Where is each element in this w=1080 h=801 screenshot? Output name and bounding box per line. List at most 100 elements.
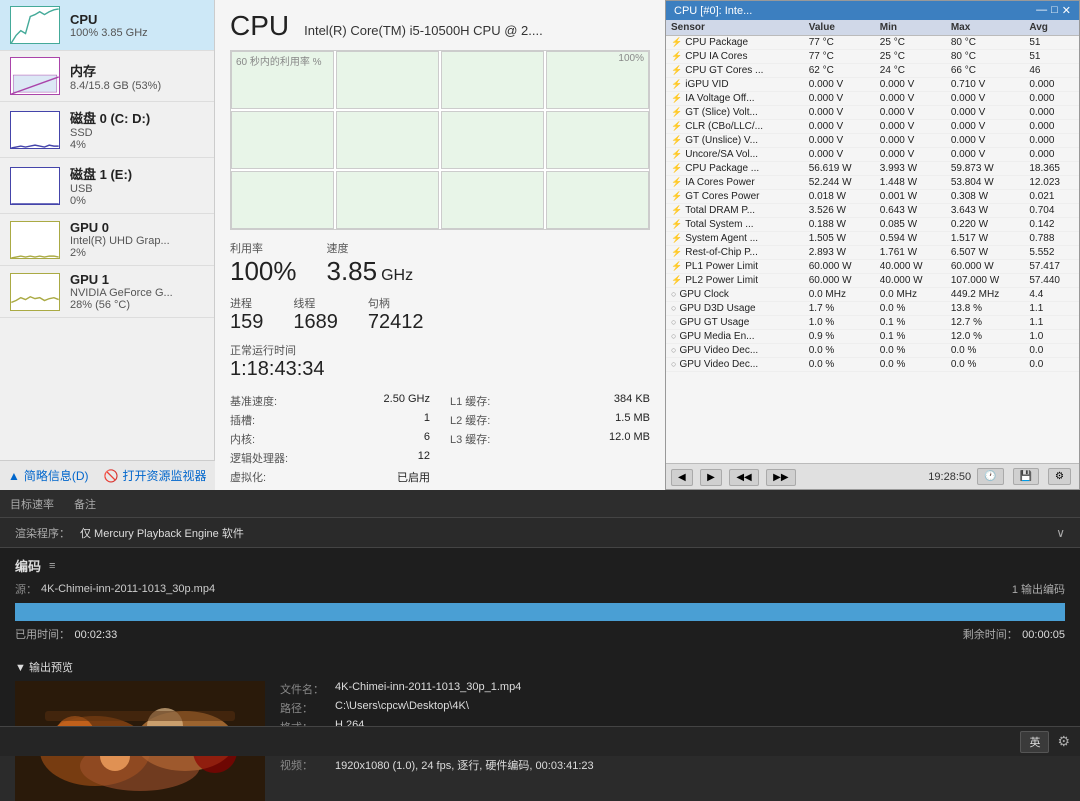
premiere-encode-menu-icon[interactable]: ≡: [49, 560, 55, 572]
hwinfo-row[interactable]: ⚡PL1 Power Limit 60.000 W 40.000 W 60.00…: [666, 260, 1079, 274]
hwinfo-row[interactable]: ⚡CPU IA Cores 77 °C 25 °C 80 °C 51: [666, 50, 1079, 64]
gpu1-item-sub: NVIDIA GeForce G...: [70, 287, 204, 299]
hwinfo-cell-name: ⚡Total DRAM P...: [666, 204, 804, 218]
premiere-renderer-arrow[interactable]: ∨: [1056, 526, 1065, 540]
hwinfo-row[interactable]: ⚡CPU Package 77 °C 25 °C 80 °C 51: [666, 36, 1079, 50]
hwinfo-clock-btn[interactable]: 🕐: [977, 468, 1003, 485]
hwinfo-cell-avg: 0.021: [1024, 190, 1079, 204]
memory-item-sub: 8.4/15.8 GB (53%): [70, 80, 204, 92]
hwinfo-cell-name: ⚡Rest-of-Chip P...: [666, 246, 804, 260]
hwinfo-row-icon: ⚡: [671, 149, 682, 159]
cpu-uptime-group: 正常运行时间 1:18:43:34: [230, 342, 650, 381]
hwinfo-row-icon: ⚡: [671, 79, 682, 89]
hwinfo-minimize-btn[interactable]: —: [1036, 4, 1047, 17]
hwinfo-row[interactable]: ⚡GT (Unslice) V... 0.000 V 0.000 V 0.000…: [666, 134, 1079, 148]
hwinfo-row[interactable]: ⚡GT (Slice) Volt... 0.000 V 0.000 V 0.00…: [666, 106, 1079, 120]
task-manager-left-panel: CPU 100% 3.85 GHz 内存 8.4/15.8 GB (53%) 磁…: [0, 0, 215, 490]
hwinfo-cell-avg: 5.552: [1024, 246, 1079, 260]
hwinfo-row-icon: ⚡: [671, 37, 682, 47]
hwinfo-cell-name: ○GPU Media En...: [666, 330, 804, 344]
hwinfo-row[interactable]: ⚡IA Cores Power 52.244 W 1.448 W 53.804 …: [666, 176, 1079, 190]
hwinfo-back-btn[interactable]: ◀: [671, 469, 693, 486]
hwinfo-cell-value: 0.0 MHz: [804, 288, 875, 302]
hwinfo-close-btn[interactable]: ✕: [1062, 4, 1071, 17]
hwinfo-row[interactable]: ○GPU D3D Usage 1.7 % 0.0 % 13.8 % 1.1: [666, 302, 1079, 316]
tm-item-memory[interactable]: 内存 8.4/15.8 GB (53%): [0, 51, 214, 102]
cpu-process-value: 159: [230, 311, 263, 334]
premiere-top-bar: 目标速率 备注: [0, 490, 1080, 518]
hwinfo-cell-min: 0.1 %: [875, 316, 946, 330]
hwinfo-row[interactable]: ○GPU GT Usage 1.0 % 0.1 % 12.7 % 1.1: [666, 316, 1079, 330]
resource-monitor-icon: 🚫: [104, 469, 119, 483]
hwinfo-row[interactable]: ⚡iGPU VID 0.000 V 0.000 V 0.710 V 0.000: [666, 78, 1079, 92]
premiere-remain: 剩余时间： 00:00:05: [963, 625, 1065, 643]
hwinfo-cell-value: 60.000 W: [804, 260, 875, 274]
hwinfo-back2-btn[interactable]: ◀◀: [729, 469, 758, 486]
hwinfo-cell-max: 107.000 W: [946, 274, 1025, 288]
premiere-progress-bar: [15, 603, 1065, 621]
hwinfo-row[interactable]: ⚡CPU GT Cores ... 62 °C 24 °C 66 °C 46: [666, 64, 1079, 78]
hwinfo-cell-name: ⚡iGPU VID: [666, 78, 804, 92]
premiere-path-key: 路径：: [280, 700, 335, 716]
hwinfo-col-value: Value: [804, 20, 875, 36]
hwinfo-row[interactable]: ⚡PL2 Power Limit 60.000 W 40.000 W 107.0…: [666, 274, 1079, 288]
hwinfo-row[interactable]: ⚡Uncore/SA Vol... 0.000 V 0.000 V 0.000 …: [666, 148, 1079, 162]
hwinfo-cell-min: 0.000 V: [875, 148, 946, 162]
resource-monitor-btn[interactable]: 🚫 打开资源监视器: [104, 467, 207, 484]
premiere-path-val: C:\Users\cpcw\Desktop\4K\: [335, 700, 469, 716]
hwinfo-cell-max: 80 °C: [946, 50, 1025, 64]
hwinfo-row[interactable]: ⚡Total System ... 0.188 W 0.085 W 0.220 …: [666, 218, 1079, 232]
hwinfo-cell-avg: 1.1: [1024, 302, 1079, 316]
hwinfo-cell-max: 0.000 V: [946, 148, 1025, 162]
hwinfo-fwd2-btn[interactable]: ▶▶: [766, 469, 795, 486]
hwinfo-settings-btn[interactable]: ⚙: [1048, 468, 1071, 485]
premiere-output-toggle-label: ▼ 输出预览: [15, 659, 73, 675]
tm-item-gpu1[interactable]: GPU 1 NVIDIA GeForce G... 28% (56 °C): [0, 266, 214, 318]
premiere-settings-icon[interactable]: ⚙: [1057, 733, 1070, 750]
tm-item-gpu0[interactable]: GPU 0 Intel(R) UHD Grap... 2%: [0, 214, 214, 266]
tm-item-cpu[interactable]: CPU 100% 3.85 GHz: [0, 0, 214, 51]
hwinfo-cell-name: ⚡CPU Package: [666, 36, 804, 50]
premiere-output-toggle[interactable]: ▼ 输出预览: [15, 659, 1065, 675]
hwinfo-row[interactable]: ⚡System Agent ... 1.505 W 0.594 W 1.517 …: [666, 232, 1079, 246]
hwinfo-cell-avg: 51: [1024, 36, 1079, 50]
cpu-handle-label: 句柄: [368, 295, 424, 311]
disk0-item-sub: SSD: [70, 127, 204, 139]
cpu-core-9: [336, 171, 439, 229]
hwinfo-cell-avg: 0.788: [1024, 232, 1079, 246]
hwinfo-row[interactable]: ⚡CPU Package ... 56.619 W 3.993 W 59.873…: [666, 162, 1079, 176]
summary-btn[interactable]: ▲ 简略信息(D): [8, 467, 89, 484]
hwinfo-maximize-btn[interactable]: □: [1051, 4, 1058, 17]
cpu-graph-area: 60 秒内的利用率 % 100%: [230, 50, 650, 230]
hwinfo-cell-name: ⚡Uncore/SA Vol...: [666, 148, 804, 162]
tm-item-disk0[interactable]: 磁盘 0 (C: D:) SSD 4%: [0, 102, 214, 158]
hwinfo-cell-name: ○GPU GT Usage: [666, 316, 804, 330]
hwinfo-nav-buttons: ◀ ▶ ◀◀ ▶▶: [671, 467, 799, 486]
cpu-specs-right: L1 缓存: 384 KB L2 缓存: 1.5 MB L3 缓存: 12.0 …: [450, 393, 650, 488]
hwinfo-row[interactable]: ⚡IA Voltage Off... 0.000 V 0.000 V 0.000…: [666, 92, 1079, 106]
hwinfo-cell-avg: 0.000: [1024, 78, 1079, 92]
hwinfo-fwd-btn[interactable]: ▶: [700, 469, 722, 486]
hwinfo-row[interactable]: ⚡CLR (CBo/LLC/... 0.000 V 0.000 V 0.000 …: [666, 120, 1079, 134]
hwinfo-cell-value: 0.000 V: [804, 134, 875, 148]
hwinfo-row[interactable]: ○GPU Video Dec... 0.0 % 0.0 % 0.0 % 0.0: [666, 358, 1079, 372]
memory-item-info: 内存 8.4/15.8 GB (53%): [70, 61, 204, 92]
gpu0-item-title: GPU 0: [70, 220, 204, 235]
disk1-item-title: 磁盘 1 (E:): [70, 164, 204, 183]
hwinfo-row-icon: ⚡: [671, 51, 682, 61]
hwinfo-row[interactable]: ○GPU Media En... 0.9 % 0.1 % 12.0 % 1.0: [666, 330, 1079, 344]
hwinfo-row[interactable]: ⚡Total DRAM P... 3.526 W 0.643 W 3.643 W…: [666, 204, 1079, 218]
hwinfo-cell-min: 25 °C: [875, 50, 946, 64]
hwinfo-row-icon: ⚡: [671, 233, 682, 243]
hwinfo-row[interactable]: ⚡Rest-of-Chip P... 2.893 W 1.761 W 6.507…: [666, 246, 1079, 260]
tm-item-disk1[interactable]: 磁盘 1 (E:) USB 0%: [0, 158, 214, 214]
hwinfo-row[interactable]: ○GPU Clock 0.0 MHz 0.0 MHz 449.2 MHz 4.4: [666, 288, 1079, 302]
premiere-remain-value: 00:00:05: [1022, 629, 1065, 641]
hwinfo-save-btn[interactable]: 💾: [1013, 468, 1039, 485]
cpu-item-info: CPU 100% 3.85 GHz: [70, 12, 204, 39]
hwinfo-row[interactable]: ○GPU Video Dec... 0.0 % 0.0 % 0.0 % 0.0: [666, 344, 1079, 358]
premiere-lang-button[interactable]: 英: [1020, 731, 1049, 753]
hwinfo-row[interactable]: ⚡GT Cores Power 0.018 W 0.001 W 0.308 W …: [666, 190, 1079, 204]
premiere-bottom-bar: 英 ⚙: [0, 726, 1080, 756]
hwinfo-cell-avg: 46: [1024, 64, 1079, 78]
